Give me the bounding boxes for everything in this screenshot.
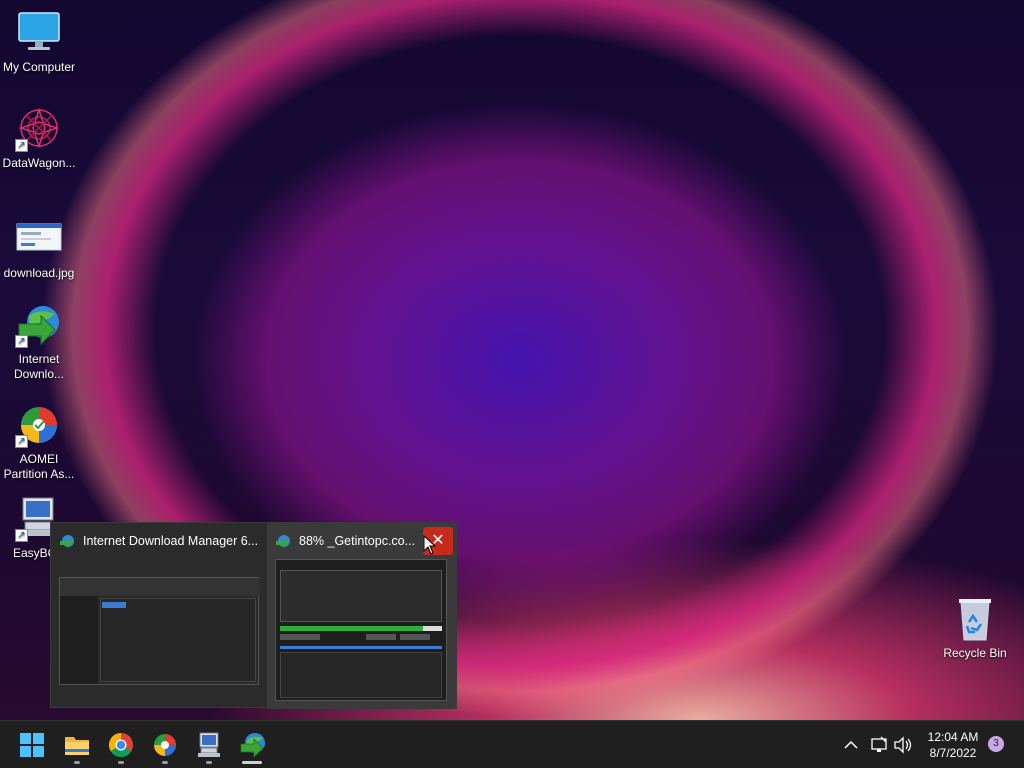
running-indicator	[206, 761, 212, 764]
shortcut-arrow-icon: ↗	[15, 335, 28, 348]
desktop-icon-label: download.jpg	[3, 266, 75, 280]
easybcd-icon[interactable]	[195, 731, 223, 759]
folder-icon[interactable]	[63, 731, 91, 759]
idm-icon: ↗	[15, 302, 63, 348]
network-icon[interactable]	[870, 735, 888, 755]
running-indicator	[118, 761, 124, 764]
running-indicator	[74, 761, 80, 764]
desktop-icon-recycle-bin[interactable]: Recycle Bin	[936, 596, 1014, 661]
desktop-icon-label: Internet Downlo...	[13, 352, 65, 381]
window-thumbnail-image	[275, 559, 447, 701]
desktop-icon-aomei-partition-assistant[interactable]: ↗ AOMEI Partition As...	[0, 402, 78, 482]
desktop-icon-internet-download-manager[interactable]: ↗ Internet Downlo...	[0, 302, 78, 382]
chrome-icon[interactable]	[107, 731, 135, 759]
running-indicator	[162, 761, 168, 764]
desktop-icon-label: DataWagon...	[2, 156, 76, 170]
window-thumbnail-image	[59, 577, 260, 685]
idm-icon	[59, 534, 75, 550]
download-progress-fill	[280, 626, 423, 631]
mouse-cursor-icon	[423, 534, 437, 560]
desktop-icon-datawagon[interactable]: ↗ DataWagon...	[0, 106, 78, 171]
shortcut-arrow-icon: ↗	[15, 435, 28, 448]
aomei-icon: ↗	[15, 402, 63, 448]
idm-icon[interactable]	[239, 731, 267, 759]
taskbar: 12:04 AM 8/7/2022	[0, 720, 1024, 768]
desktop-icon-label: My Computer	[2, 60, 76, 74]
datawagon-icon: ↗	[15, 106, 63, 152]
window-thumbnail-idm-main[interactable]: Internet Download Manager 6....	[51, 523, 267, 709]
desktop-icon-my-computer[interactable]: My Computer	[0, 10, 78, 75]
desktop-icon-label: AOMEI Partition As...	[3, 452, 75, 481]
active-indicator	[242, 761, 262, 764]
window-title: 88% _Getintopc.co...	[299, 534, 416, 548]
system-clock[interactable]: 12:04 AM 8/7/2022	[920, 729, 986, 761]
desktop-icon-download-jpg[interactable]: download.jpg	[0, 216, 78, 281]
computer-icon	[15, 10, 63, 56]
aomei-icon[interactable]	[151, 731, 179, 759]
shortcut-arrow-icon: ↗	[15, 529, 28, 542]
shortcut-arrow-icon: ↗	[15, 139, 28, 152]
taskbar-thumbnail-preview: Internet Download Manager 6.... 88% _Get…	[50, 522, 457, 709]
clock-date: 8/7/2022	[929, 746, 977, 760]
recycle-bin-icon	[951, 596, 999, 642]
idm-icon	[275, 534, 291, 550]
window-title: Internet Download Manager 6....	[83, 534, 259, 548]
volume-icon[interactable]	[893, 735, 913, 755]
windows-start-icon[interactable]	[19, 732, 45, 758]
clock-time: 12:04 AM	[927, 730, 979, 744]
image-file-icon	[15, 216, 63, 262]
desktop-icon-label: Recycle Bin	[943, 646, 1007, 660]
notification-count-badge[interactable]: 3	[988, 736, 1004, 752]
download-progress-bar	[280, 626, 442, 631]
tray-overflow-chevron-icon[interactable]	[842, 735, 860, 755]
